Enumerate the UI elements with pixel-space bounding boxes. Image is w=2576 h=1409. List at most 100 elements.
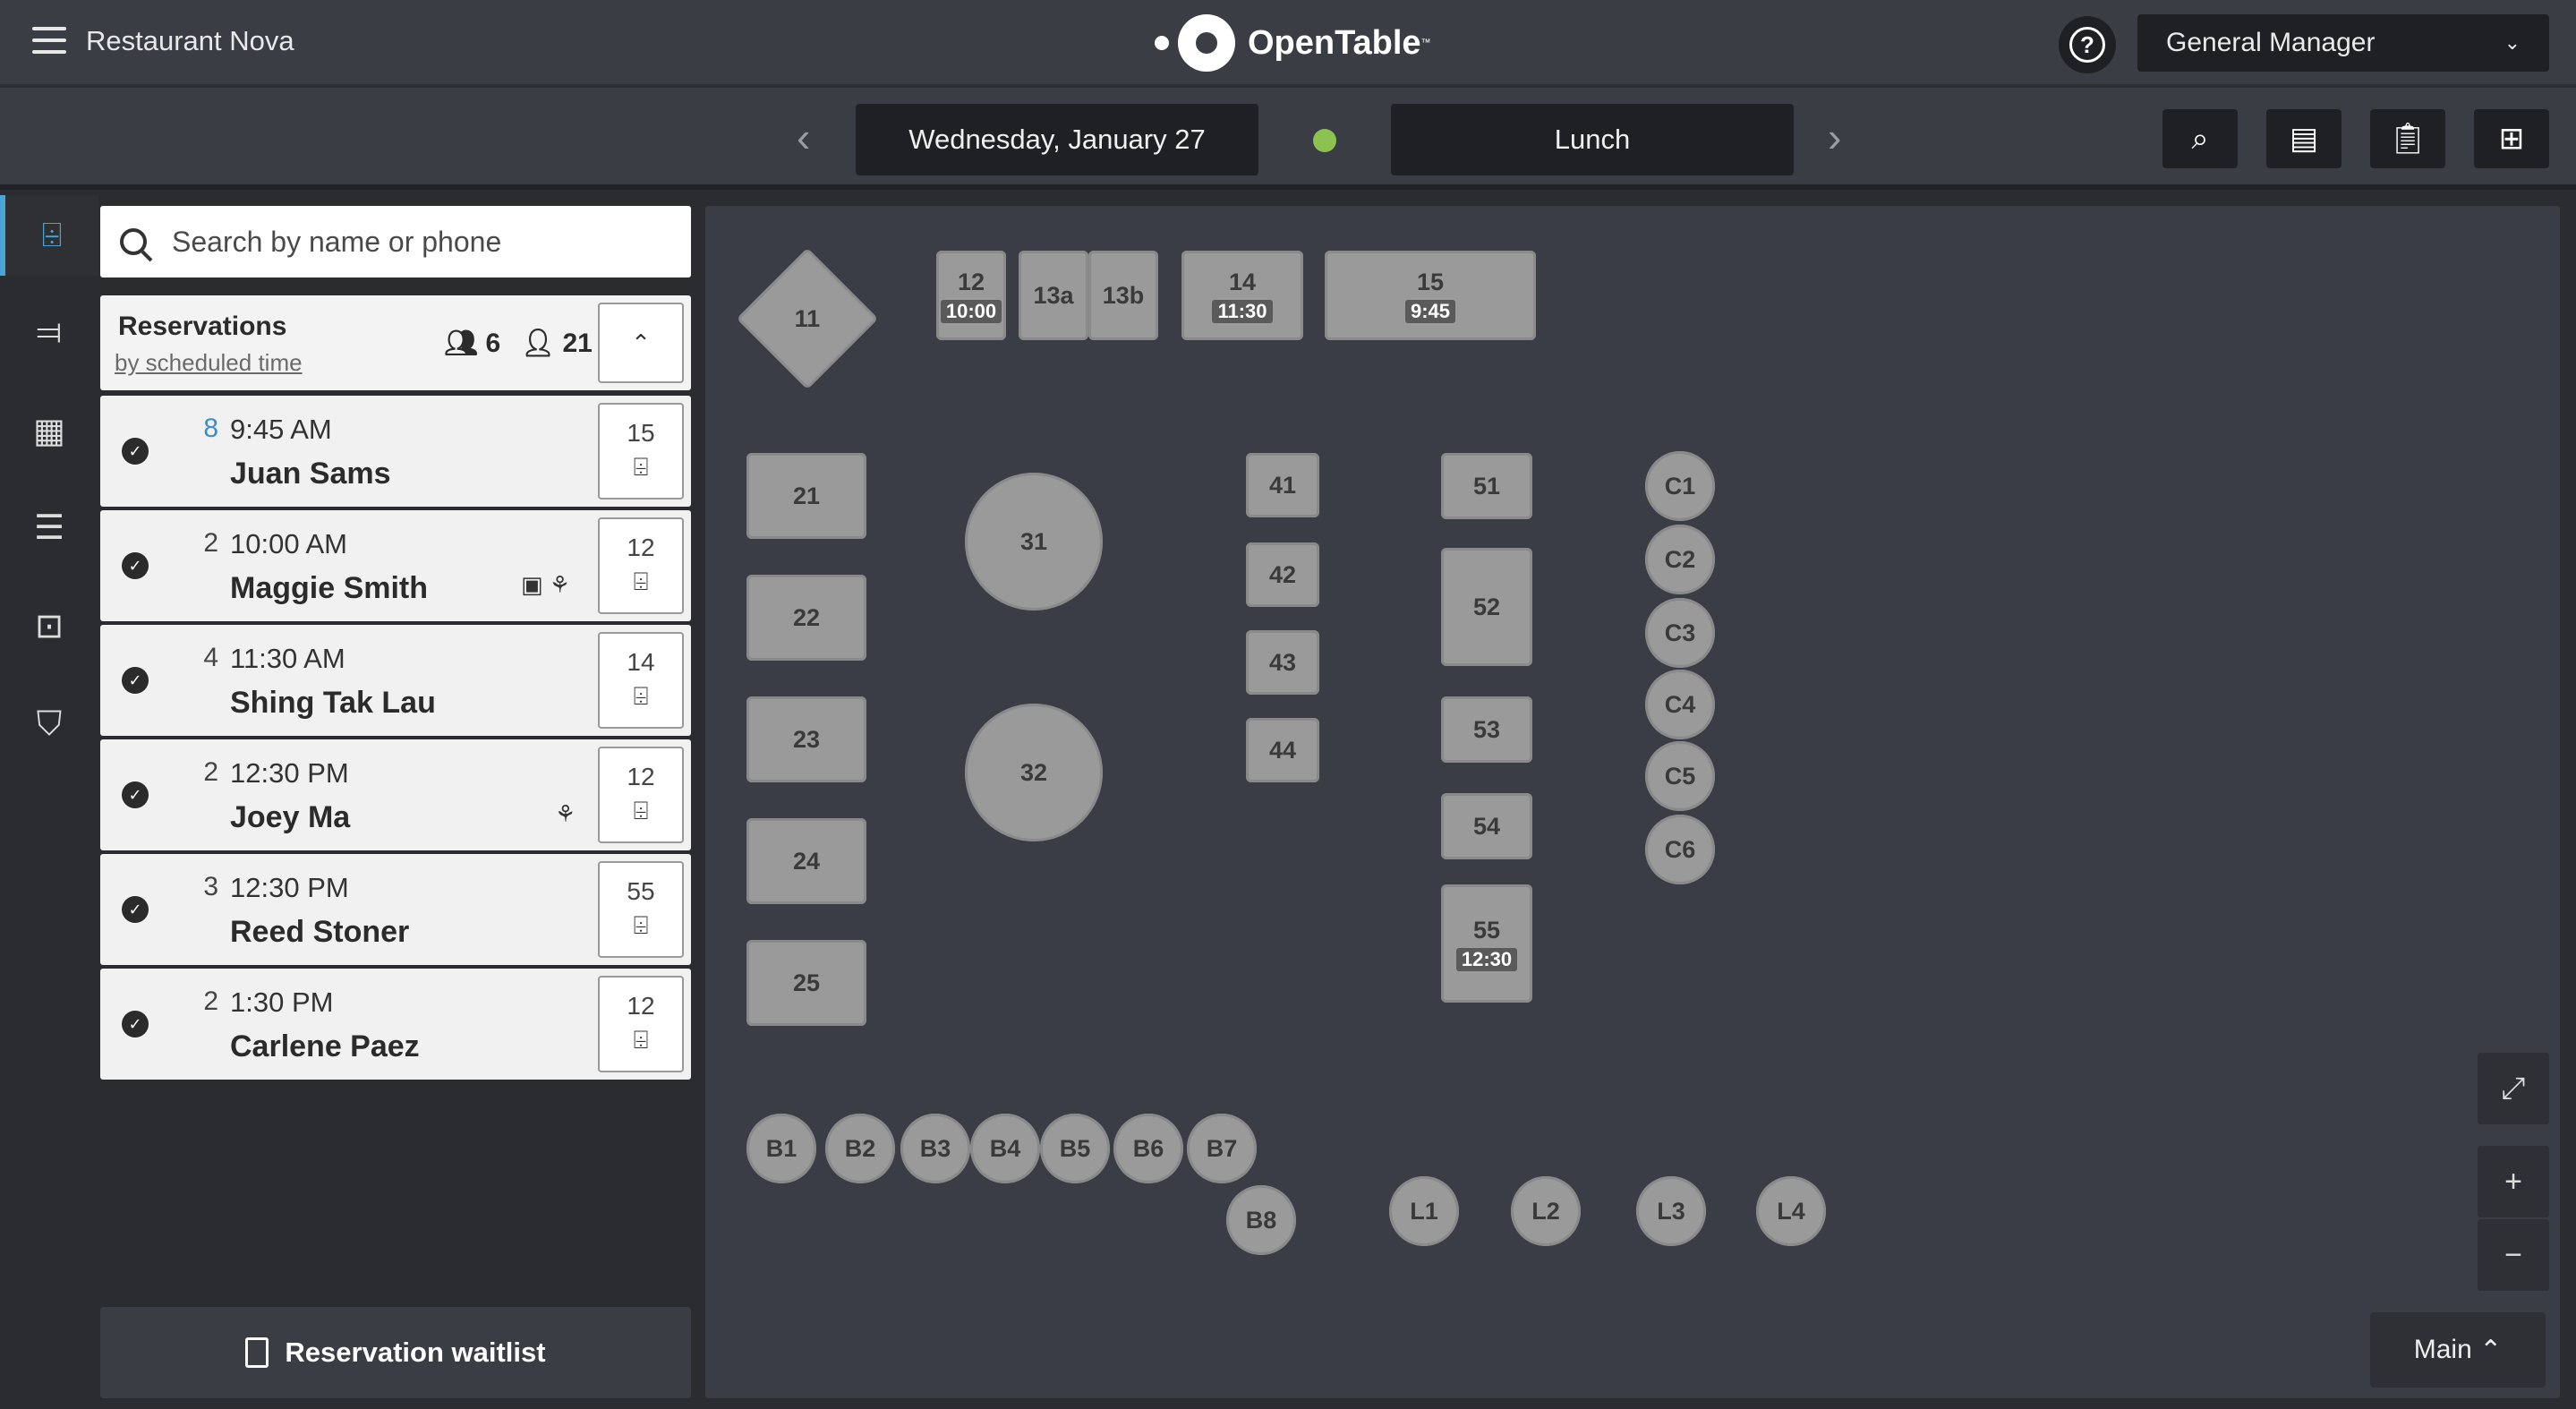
zoom-in-button[interactable]: + bbox=[2478, 1146, 2549, 1217]
shield-alert-icon: ⛉ bbox=[36, 704, 63, 743]
notes-button[interactable]: ▤ bbox=[2266, 109, 2341, 168]
table-b8[interactable]: B8 bbox=[1226, 1185, 1296, 1255]
table-assignment[interactable]: 12 ⌹ bbox=[598, 976, 684, 1072]
table-c4[interactable]: C4 bbox=[1645, 670, 1715, 739]
book-icon: ⊞ bbox=[2498, 122, 2525, 156]
menu-icon[interactable] bbox=[32, 27, 66, 57]
table-icon: ⌹ bbox=[633, 911, 649, 939]
table-c2[interactable]: C2 bbox=[1645, 525, 1715, 594]
reservation-tags-icon: ▣ ⚘ bbox=[521, 571, 571, 598]
reservation-card[interactable]: ✓ 8 9:45 AM Juan Sams 15 ⌹ bbox=[100, 396, 691, 507]
table-assignment[interactable]: 55 ⌹ bbox=[598, 861, 684, 958]
book-button[interactable]: ⊞ bbox=[2474, 109, 2549, 168]
nav-guestbook[interactable]: ⊡ bbox=[0, 585, 98, 666]
table-b1[interactable]: B1 bbox=[746, 1114, 816, 1183]
chevron-down-icon: ⌄ bbox=[2503, 31, 2521, 54]
table-b3[interactable]: B3 bbox=[900, 1114, 970, 1183]
table-assignment[interactable]: 14 ⌹ bbox=[598, 632, 684, 729]
table-c3[interactable]: C3 bbox=[1645, 598, 1715, 668]
reservation-time: 9:45 AM bbox=[230, 414, 332, 445]
previous-day-icon[interactable]: ‹ bbox=[797, 116, 810, 158]
floor-plan: 11 12 10:00 13a 13b 14 11:30 15 9:45 21 22 … bbox=[705, 206, 2560, 1398]
search-input[interactable] bbox=[172, 225, 673, 259]
table-c1[interactable]: C1 bbox=[1645, 451, 1715, 521]
table-c6[interactable]: C6 bbox=[1645, 815, 1715, 884]
table-assignment[interactable]: 12 ⌹ bbox=[598, 747, 684, 843]
table-c5[interactable]: C5 bbox=[1645, 741, 1715, 811]
guest-name: Joey Ma bbox=[230, 800, 351, 834]
timeline-icon: ⫤ bbox=[36, 312, 63, 351]
table-52[interactable]: 52 bbox=[1441, 548, 1532, 666]
expand-button[interactable]: ⤢ bbox=[2478, 1053, 2549, 1124]
table-13a[interactable]: 13a bbox=[1019, 251, 1088, 340]
table-31[interactable]: 31 bbox=[965, 473, 1103, 611]
clipboard-button[interactable]: 📋︎ bbox=[2370, 109, 2445, 168]
table-12[interactable]: 12 10:00 bbox=[936, 251, 1006, 340]
table-24[interactable]: 24 bbox=[746, 818, 866, 904]
role-select[interactable]: General Manager ⌄ bbox=[2137, 14, 2549, 72]
table-b2[interactable]: B2 bbox=[825, 1114, 895, 1183]
table-32[interactable]: 32 bbox=[965, 704, 1103, 841]
table-assignment[interactable]: 15 ⌹ bbox=[598, 403, 684, 500]
table-15[interactable]: 15 9:45 bbox=[1325, 251, 1536, 340]
expand-icon: ⤢ bbox=[2501, 1071, 2526, 1106]
table-b7[interactable]: B7 bbox=[1187, 1114, 1257, 1183]
collapse-button[interactable]: ⌃ bbox=[598, 303, 684, 383]
table-11[interactable]: 11 bbox=[736, 247, 879, 390]
table-25[interactable]: 25 bbox=[746, 940, 866, 1026]
search-field bbox=[100, 206, 691, 278]
table-b5[interactable]: B5 bbox=[1040, 1114, 1110, 1183]
reservation-time: 11:30 AM bbox=[230, 643, 345, 674]
table-l1[interactable]: L1 bbox=[1389, 1176, 1459, 1246]
reservation-waitlist-button[interactable]: Reservation waitlist bbox=[100, 1307, 691, 1398]
shift-selector[interactable]: Lunch bbox=[1391, 104, 1794, 175]
search-icon: ⌕ bbox=[2191, 121, 2209, 156]
table-23[interactable]: 23 bbox=[746, 696, 866, 782]
table-51[interactable]: 51 bbox=[1441, 453, 1532, 519]
table-53[interactable]: 53 bbox=[1441, 696, 1532, 763]
reservation-card[interactable]: ✓ 2 1:30 PM Carlene Paez 12 ⌹ bbox=[100, 969, 691, 1080]
zoom-out-button[interactable]: − bbox=[2478, 1219, 2549, 1291]
table-l3[interactable]: L3 bbox=[1636, 1176, 1706, 1246]
reservation-time: 12:30 PM bbox=[230, 757, 349, 789]
reservation-card[interactable]: ✓ 2 10:00 AM Maggie Smith ▣ ⚘ 12 ⌹ bbox=[100, 510, 691, 621]
date-selector[interactable]: Wednesday, January 27 bbox=[856, 104, 1258, 175]
table-icon: ⌹ bbox=[633, 682, 649, 710]
table-assignment[interactable]: 12 ⌹ bbox=[598, 517, 684, 614]
table-l4[interactable]: L4 bbox=[1756, 1176, 1826, 1246]
side-navigation: ⌹ ⫤ ▦ ☰ ⊡ ⛉ bbox=[0, 195, 98, 1409]
party-size: 3 bbox=[203, 872, 218, 901]
check-icon: ✓ bbox=[122, 896, 149, 923]
reservation-card[interactable]: ✓ 2 12:30 PM Joey Ma ⚘ 12 ⌹ bbox=[100, 739, 691, 850]
table-54[interactable]: 54 bbox=[1441, 793, 1532, 859]
nav-floor-plan[interactable]: ⌹ bbox=[0, 195, 98, 276]
table-42[interactable]: 42 bbox=[1246, 542, 1319, 607]
reservation-card[interactable]: ✓ 3 12:30 PM Reed Stoner 55 ⌹ bbox=[100, 854, 691, 965]
table-icon: ⌹ bbox=[633, 453, 649, 481]
table-13b[interactable]: 13b bbox=[1088, 251, 1158, 340]
sort-link[interactable]: by scheduled time bbox=[115, 349, 303, 377]
table-b6[interactable]: B6 bbox=[1113, 1114, 1183, 1183]
nav-alerts[interactable]: ⛉ bbox=[0, 684, 98, 764]
help-button[interactable]: ? bbox=[2059, 16, 2116, 73]
table-43[interactable]: 43 bbox=[1246, 630, 1319, 695]
table-44[interactable]: 44 bbox=[1246, 718, 1319, 782]
search-button[interactable]: ⌕ bbox=[2162, 109, 2238, 168]
reservation-card[interactable]: ✓ 4 11:30 AM Shing Tak Lau 14 ⌹ bbox=[100, 625, 691, 736]
table-55[interactable]: 55 12:30 bbox=[1441, 884, 1532, 1003]
minus-icon: − bbox=[2504, 1237, 2522, 1272]
nav-timeline[interactable]: ⫤ bbox=[0, 292, 98, 372]
guest-name: Carlene Paez bbox=[230, 1029, 420, 1063]
table-41[interactable]: 41 bbox=[1246, 453, 1319, 517]
next-day-icon[interactable]: › bbox=[1828, 116, 1841, 158]
nav-calendar[interactable]: ▦ bbox=[0, 390, 98, 471]
nav-list[interactable]: ☰ bbox=[0, 487, 98, 568]
contact-book-icon: ⊡ bbox=[35, 607, 64, 645]
table-b4[interactable]: B4 bbox=[970, 1114, 1040, 1183]
table-22[interactable]: 22 bbox=[746, 575, 866, 661]
table-14[interactable]: 14 11:30 bbox=[1181, 251, 1303, 340]
table-l2[interactable]: L2 bbox=[1511, 1176, 1581, 1246]
table-21[interactable]: 21 bbox=[746, 453, 866, 539]
status-indicator bbox=[1313, 129, 1336, 152]
section-selector[interactable]: Main ⌃ bbox=[2370, 1312, 2546, 1388]
